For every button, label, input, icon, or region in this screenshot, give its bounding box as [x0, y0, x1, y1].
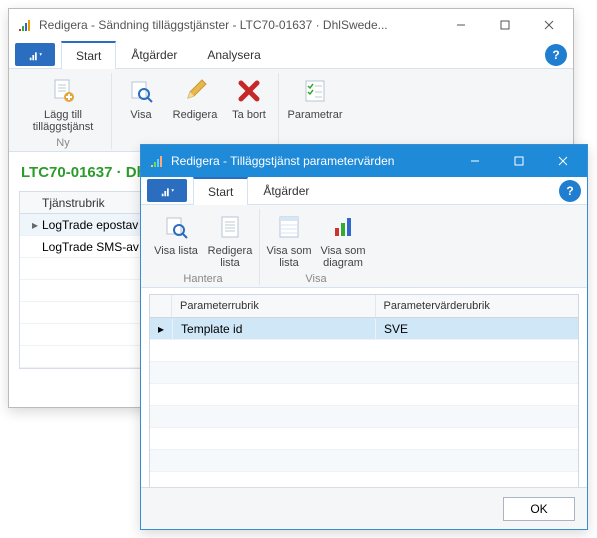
app-icon [149, 153, 165, 169]
empty-row [150, 406, 578, 428]
edit-list-button[interactable]: Redigera lista [207, 209, 253, 271]
dialog-titlebar: Redigera - Tilläggstjänst parametervärde… [141, 145, 587, 177]
dialog-window-controls [453, 145, 585, 177]
parameter-grid: Parameterrubrik Parametervärderubrik ▸ T… [149, 294, 579, 517]
dialog-title: Redigera - Tilläggstjänst parametervärde… [171, 154, 453, 168]
list-icon [273, 211, 305, 243]
dialog-ribbon: Visa lista Redigera lista Hantera Visa s… [141, 205, 587, 288]
dialog-window: Redigera - Tilläggstjänst parametervärde… [140, 144, 588, 530]
x-red-icon [233, 75, 265, 107]
show-as-list-button[interactable]: Visa som lista [266, 209, 312, 271]
cell-param-name[interactable]: Template id [173, 319, 376, 339]
checklist-icon [299, 75, 331, 107]
tab-analyze[interactable]: Analysera [192, 41, 275, 68]
tab-start[interactable]: Start [61, 41, 116, 69]
empty-row [150, 384, 578, 406]
parameter-row[interactable]: ▸ Template id SVE [150, 318, 578, 340]
parent-titlebar: Redigera - Sändning tilläggstjänster - L… [9, 9, 573, 41]
minimize-button[interactable] [453, 145, 497, 177]
params-button[interactable]: Parametrar [285, 73, 345, 135]
document-lines-icon [214, 211, 246, 243]
delete-button[interactable]: Ta bort [226, 73, 272, 135]
app-icon [17, 17, 33, 33]
edit-button[interactable]: Redigera [172, 73, 218, 135]
show-button[interactable]: Visa [118, 73, 164, 135]
close-button[interactable] [541, 145, 585, 177]
col-header-value[interactable]: Parametervärderubrik [376, 295, 579, 317]
ribbon-group-new-label: Ny [56, 137, 69, 149]
add-service-label: Lägg till tilläggstjänst [21, 109, 105, 133]
help-button[interactable]: ? [559, 180, 581, 202]
maximize-button[interactable] [497, 145, 541, 177]
show-list-button[interactable]: Visa lista [153, 209, 199, 271]
chart-icon [327, 211, 359, 243]
file-menu-dropdown[interactable] [147, 179, 187, 202]
parent-window-title: Redigera - Sändning tilläggstjänster - L… [39, 18, 439, 32]
close-button[interactable] [527, 9, 571, 41]
magnifier-icon [125, 75, 157, 107]
ok-button[interactable]: OK [503, 497, 575, 521]
empty-row [150, 340, 578, 362]
pencil-icon [179, 75, 211, 107]
cell-param-value[interactable]: SVE [376, 319, 578, 339]
ribbon-group-view-label: Visa [305, 273, 326, 285]
maximize-button[interactable] [483, 9, 527, 41]
parent-menubar: Start Åtgärder Analysera ? [9, 41, 573, 69]
magnifier-icon [160, 211, 192, 243]
row-selector-icon: ▸ [28, 218, 42, 232]
tab-actions[interactable]: Åtgärder [116, 41, 192, 68]
tab-actions[interactable]: Åtgärder [248, 177, 324, 204]
help-button[interactable]: ? [545, 44, 567, 66]
tab-start[interactable]: Start [193, 177, 248, 205]
parent-window-controls [439, 9, 571, 41]
show-as-chart-button[interactable]: Visa som diagram [320, 209, 366, 271]
document-plus-icon [47, 75, 79, 107]
minimize-button[interactable] [439, 9, 483, 41]
empty-row [150, 362, 578, 384]
row-selector-icon: ▸ [150, 319, 173, 339]
empty-row [150, 428, 578, 450]
parent-ribbon: Lägg till tilläggstjänst Ny Visa Rediger… [9, 69, 573, 152]
add-service-button[interactable]: Lägg till tilläggstjänst [21, 73, 105, 135]
col-header-parameter[interactable]: Parameterrubrik [172, 295, 376, 317]
parameter-grid-header: Parameterrubrik Parametervärderubrik [150, 295, 578, 318]
ribbon-group-manage-label: Hantera [183, 273, 222, 285]
file-menu-dropdown[interactable] [15, 43, 55, 66]
dialog-menubar: Start Åtgärder ? [141, 177, 587, 205]
empty-row [150, 450, 578, 472]
dialog-footer: OK [141, 487, 587, 529]
